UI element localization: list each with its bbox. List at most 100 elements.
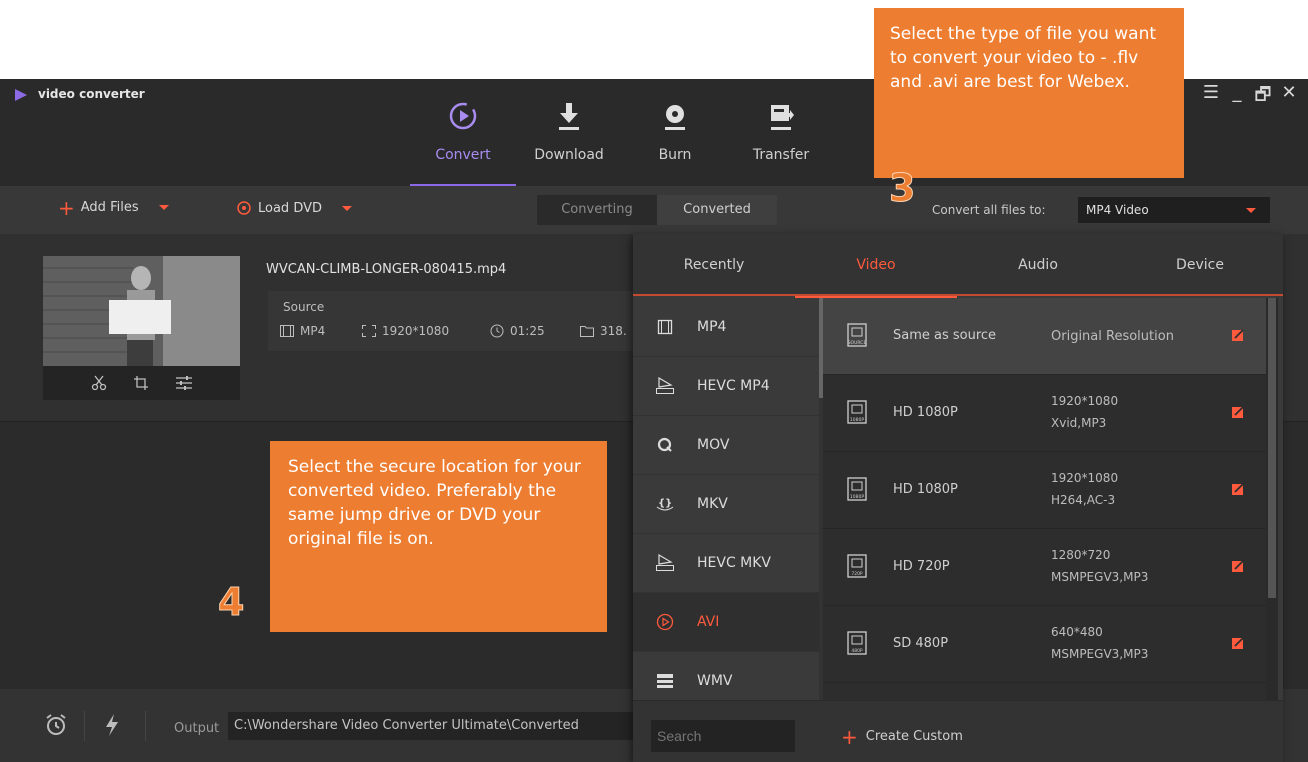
resolution-item[interactable]: 1080P HD 1080P 1920*1080 H264,AC-3 [823, 452, 1266, 529]
resolution-codec: H264,AC-3 [1051, 493, 1116, 507]
nav-burn[interactable]: Burn [622, 79, 728, 186]
alarm-clock-icon[interactable] [44, 713, 68, 737]
mkv-icon: {} [655, 494, 675, 514]
format-list: MP4 HEVC MP4 MOV {} MKV HEVC MKV AVI WMV [633, 298, 819, 700]
video-thumbnail[interactable] [43, 256, 240, 366]
format-item-avi[interactable]: AVI [633, 593, 819, 652]
lightning-icon[interactable] [104, 713, 120, 737]
add-files-label: Add Files [80, 200, 139, 215]
format-item-hevc-mkv[interactable]: HEVC MKV [633, 534, 819, 593]
format-label: MOV [697, 437, 730, 453]
resolution-icon [362, 325, 376, 337]
source-file-icon: SOURCE [847, 323, 867, 347]
chevron-down-icon[interactable] [158, 205, 169, 210]
format-item-wmv[interactable]: WMV [633, 652, 819, 700]
resolution-list: SOURCE Same as source Original Resolutio… [823, 298, 1266, 700]
format-label: HEVC MKV [697, 555, 772, 571]
format-search-input[interactable] [651, 720, 795, 752]
resolution-name: HD 1080P [893, 405, 958, 420]
chevron-down-icon[interactable] [342, 205, 353, 211]
tab-recently[interactable]: Recently [633, 234, 795, 296]
source-duration-value: 01:25 [510, 324, 545, 338]
edit-icon[interactable] [1231, 636, 1245, 650]
svg-text:{}: {} [658, 498, 672, 509]
format-item-hevc-mp4[interactable]: HEVC MP4 [633, 357, 819, 416]
plus-icon: + [841, 724, 858, 749]
svg-text:1080P: 1080P [850, 494, 864, 500]
nav-download[interactable]: Download [516, 79, 622, 186]
svg-text:720P: 720P [851, 571, 863, 577]
tab-audio[interactable]: Audio [957, 234, 1119, 296]
format-label: AVI [697, 614, 720, 630]
resolution-name: HD 720P [893, 559, 950, 574]
tab-device[interactable]: Device [1119, 234, 1281, 296]
resolution-list-scrollbar[interactable] [1266, 298, 1278, 700]
load-dvd-button[interactable]: Load DVD [236, 200, 353, 216]
format-item-mkv[interactable]: {} MKV [633, 475, 819, 534]
minimize-button[interactable]: _ [1226, 82, 1248, 112]
edit-icon[interactable] [1231, 482, 1245, 496]
thumbnail-image [43, 256, 240, 366]
resolution-spec: 640*480 [1051, 625, 1103, 639]
resolution-item[interactable]: 1080P HD 1080P 1920*1080 Xvid,MP3 [823, 375, 1266, 452]
create-custom-button[interactable]: + Create Custom [841, 724, 963, 749]
dvd-icon [237, 201, 251, 215]
resolution-spec: 1920*1080 [1051, 471, 1119, 485]
crop-icon[interactable] [133, 375, 149, 391]
step-number-4: 4 [217, 580, 245, 625]
plus-icon: + [58, 195, 75, 220]
edit-icon[interactable] [1231, 328, 1245, 342]
format-label: MP4 [697, 319, 727, 335]
format-item-mov[interactable]: MOV [633, 416, 819, 475]
format-label: MKV [697, 496, 728, 512]
annotation-callout-step-4: Select the secure location for your conv… [270, 441, 607, 632]
svg-text:480P: 480P [851, 648, 863, 654]
format-label: HEVC MP4 [697, 378, 770, 394]
nav-convert[interactable]: Convert [410, 79, 516, 186]
output-format-select[interactable]: MP4 Video [1078, 197, 1270, 223]
nav-transfer[interactable]: Transfer [728, 79, 834, 186]
format-category-tabs: Recently Video Audio Device [633, 234, 1283, 298]
source-format-value: MP4 [300, 324, 326, 338]
clock-icon [490, 324, 504, 338]
svg-text:1080P: 1080P [850, 417, 864, 423]
folder-icon [580, 326, 594, 337]
resolution-item[interactable]: 720P HD 720P 1280*720 MSMPEGV3,MP3 [823, 529, 1266, 606]
tab-video[interactable]: Video [795, 234, 957, 298]
restore-button[interactable]: 🗗 [1252, 82, 1274, 112]
edit-icon[interactable] [1231, 559, 1245, 573]
resolution-spec: 1280*720 [1051, 548, 1111, 562]
tab-converting[interactable]: Converting [537, 195, 657, 225]
resolution-codec: Xvid,MP3 [1051, 416, 1107, 430]
nav-transfer-label: Transfer [752, 147, 810, 163]
effects-sliders-icon[interactable] [175, 375, 193, 391]
scissors-icon[interactable] [91, 375, 107, 391]
resolution-spec: Original Resolution [1051, 329, 1174, 344]
menu-icon[interactable]: ☰ [1200, 82, 1222, 112]
tab-converted[interactable]: Converted [657, 195, 777, 225]
create-custom-label: Create Custom [865, 729, 963, 744]
output-path-field[interactable]: C:\Wondershare Video Converter Ultimate\… [228, 712, 658, 740]
play-circle-icon [655, 612, 675, 632]
annotation-callout-step-3: Select the type of file you want to conv… [874, 8, 1184, 178]
resolution-item[interactable]: 480P SD 480P 640*480 MSMPEGV3,MP3 [823, 606, 1266, 683]
close-button[interactable]: ✕ [1278, 82, 1300, 112]
film-icon [655, 317, 675, 337]
hevc-icon [655, 376, 675, 396]
thumbnail-tools [43, 366, 240, 400]
source-size-value: 318. [600, 324, 627, 338]
edit-icon[interactable] [1231, 405, 1245, 419]
add-files-button[interactable]: + Add Files [58, 195, 169, 220]
format-dropdown-panel: Recently Video Audio Device MP4 HEVC MP4… [633, 234, 1283, 762]
nav-download-label: Download [534, 147, 604, 163]
source-duration: 01:25 [490, 324, 545, 338]
main-nav: Convert Download Burn Transfer [410, 79, 940, 186]
nav-convert-label: Convert [435, 147, 491, 163]
resolution-item[interactable]: SOURCE Same as source Original Resolutio… [823, 298, 1266, 375]
convert-all-label: Convert all files to: [932, 203, 1046, 217]
source-resolution: 1920*1080 [362, 324, 449, 338]
hd-file-icon: 1080P [847, 477, 867, 501]
format-item-mp4[interactable]: MP4 [633, 298, 819, 357]
burn-icon [665, 105, 685, 130]
transfer-icon [771, 105, 794, 130]
